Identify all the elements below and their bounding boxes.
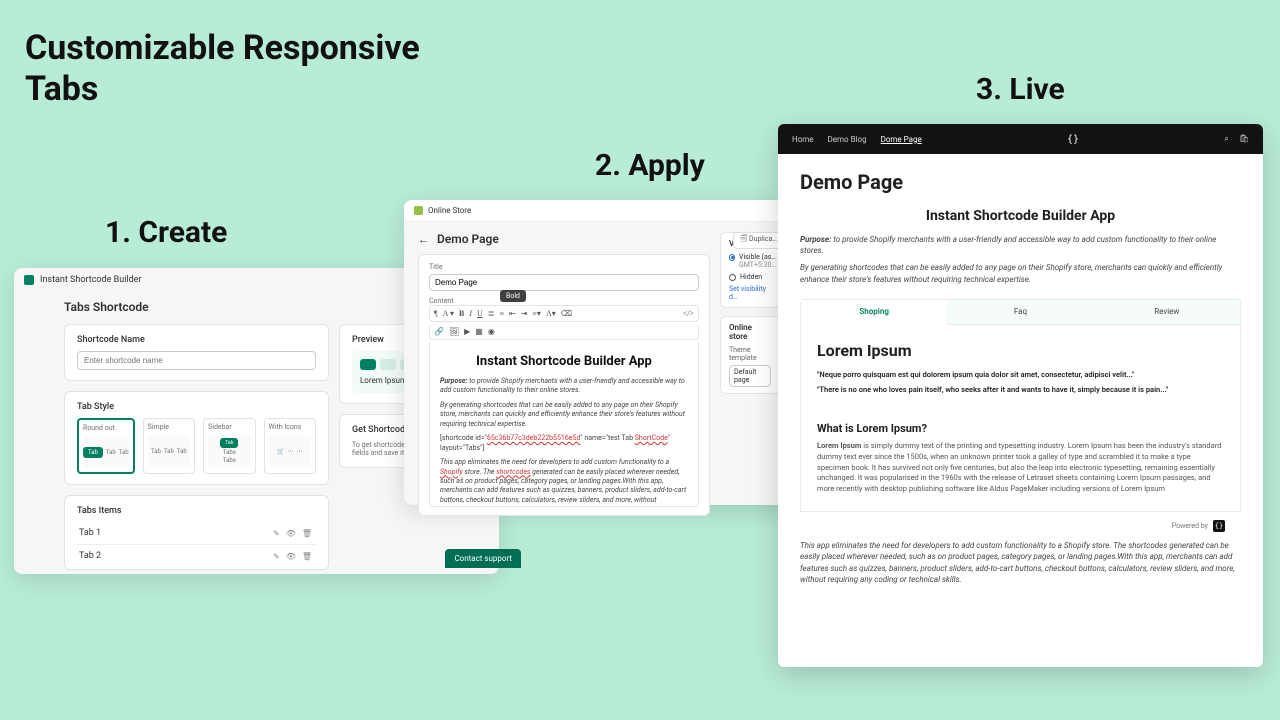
storefront-nav: Home Demo Blog Dome Page {} ⌕ 🛍 <box>778 124 1263 154</box>
nav-page[interactable]: Dome Page <box>881 135 922 144</box>
title-input[interactable] <box>429 274 699 291</box>
italic-icon[interactable]: I <box>469 309 472 318</box>
tabs-items-label: Tabs Items <box>77 506 316 516</box>
shortcode-name-card: Shortcode Name <box>64 324 329 381</box>
visibility-visible-radio[interactable]: Visible (as…GMT+5:30… <box>729 253 771 269</box>
nav-blog[interactable]: Demo Blog <box>828 135 867 144</box>
rte-toolbar[interactable]: ¶ A ▾ B I U ≣ ≡ ⇤ ⇥ ≡▾ A▾ ⌫ </> <box>429 305 699 322</box>
title-field-label: Title <box>429 263 699 271</box>
table-icon[interactable]: ▦ <box>475 327 483 336</box>
rte-heading: Instant Shortcode Builder App <box>440 354 688 369</box>
style-option-simple[interactable]: Simple Tab Tab Tab <box>143 418 195 474</box>
tab-item[interactable]: Tab 1 ✎ 👁 🗑 <box>77 522 316 545</box>
step-label-create: 1. Create <box>105 215 227 250</box>
hero-line1: Customizable Responsive <box>25 28 420 69</box>
outdent-icon[interactable]: ⇤ <box>509 309 516 318</box>
live-panel: Home Demo Blog Dome Page {} ⌕ 🛍 Demo Pag… <box>778 124 1263 667</box>
duplicate-button[interactable]: 🗐 Duplica… <box>733 232 784 249</box>
list-ul-icon[interactable]: ≣ <box>488 309 495 318</box>
tabs-items-card: Tabs Items Tab 1 ✎ 👁 🗑 Tab 2 ✎ 👁 🗑 <box>64 495 329 570</box>
cart-icon: 🛒 <box>277 448 284 455</box>
tag-icon[interactable]: ◉ <box>488 327 495 336</box>
tabs-widget: Shoping Faq Review Lorem Ipsum "Neque po… <box>800 299 1241 512</box>
rte-toolbar-2[interactable]: 🔗 🖼 ▶ ▦ ◉ <box>429 324 699 340</box>
page-title-row: ← Demo Page <box>418 232 710 246</box>
hero-title: Customizable Responsive Tabs <box>25 28 420 110</box>
tab-style-card: Tab Style Round out TabTabTab Simple Tab… <box>64 391 329 485</box>
back-arrow-icon[interactable]: ← <box>418 233 429 246</box>
content-field-label: Content <box>429 297 699 305</box>
page-name: Demo Page <box>437 232 499 246</box>
style-option-sidebar[interactable]: Sidebar TabTabsTabs <box>203 418 255 474</box>
rte-content[interactable]: Instant Shortcode Builder App Purpose: t… <box>429 342 699 507</box>
app-logo-icon <box>24 275 34 285</box>
color-icon[interactable]: A▾ <box>546 309 556 318</box>
hero-line2: Tabs <box>25 69 420 110</box>
visibility-hidden-radio[interactable]: Hidden <box>729 273 771 281</box>
search-icon[interactable]: ⌕ <box>1224 134 1228 144</box>
shortcode-name-label: Shortcode Name <box>77 335 316 345</box>
align-icon[interactable]: ≡▾ <box>532 309 541 318</box>
nav-home[interactable]: Home <box>792 135 814 144</box>
list-ol-icon[interactable]: ≡ <box>499 309 504 318</box>
item-actions[interactable]: ✎ 👁 🗑 <box>273 552 314 561</box>
style-option-icons[interactable]: With Icons 🛒⋯⋯ <box>264 418 316 474</box>
underline-icon[interactable]: U <box>477 309 483 318</box>
item-actions[interactable]: ✎ 👁 🗑 <box>273 529 314 538</box>
app-name: Instant Shortcode Builder <box>40 275 141 285</box>
cart-icon[interactable]: 🛍 <box>1239 134 1249 144</box>
video-icon[interactable]: ▶ <box>464 327 470 336</box>
page-h1: Demo Page <box>800 170 1241 194</box>
bold-icon[interactable]: B <box>459 309 464 318</box>
font-icon[interactable]: A ▾ <box>443 309 454 318</box>
template-select[interactable]: Default page <box>729 365 771 387</box>
shortcode-name-input[interactable] <box>77 351 316 370</box>
tab-shoping[interactable]: Shoping <box>801 300 947 325</box>
apply-panel: Online Store 🗐 Duplica… ← Demo Page Titl… <box>404 200 794 505</box>
brand-badge-icon: {} <box>1213 520 1225 532</box>
section-heading: What is Lorem Ipsum? <box>817 422 1224 435</box>
contact-support-button[interactable]: Contact support <box>445 549 521 568</box>
link-icon[interactable]: 🔗 <box>434 327 444 336</box>
tab-style-label: Tab Style <box>77 402 316 412</box>
quote-1: "Neque porro quisquam est qui dolorem ip… <box>817 370 1224 379</box>
shopify-logo-icon <box>414 206 423 215</box>
style-option-roundout[interactable]: Round out TabTabTab <box>77 418 135 474</box>
powered-by: Powered by {} <box>816 520 1225 532</box>
tab-faq[interactable]: Faq <box>947 300 1093 324</box>
step-label-live: 3. Live <box>976 72 1065 107</box>
code-icon[interactable]: </> <box>683 309 694 318</box>
quote-2: "There is no one who loves pain itself, … <box>817 385 1224 394</box>
online-store-card: Online store Theme template Default page <box>720 316 780 394</box>
page-h2: Instant Shortcode Builder App <box>800 208 1241 224</box>
tab-review[interactable]: Review <box>1094 300 1240 324</box>
brand-logo-icon: {} <box>1067 134 1079 145</box>
tab-item[interactable]: Tab 2 ✎ 👁 🗑 <box>77 545 316 567</box>
set-visibility-link[interactable]: Set visibility d… <box>729 285 771 301</box>
shortcode-id-link[interactable]: 65c36b77c3deb222b5516e5d <box>487 434 580 442</box>
paragraph-icon[interactable]: ¶ <box>434 309 438 318</box>
clear-icon[interactable]: ⌫ <box>561 309 572 318</box>
body-text: Lorem Ipsum is simply dummy text of the … <box>817 441 1224 495</box>
tab-heading: Lorem Ipsum <box>817 341 1224 360</box>
footer-paragraph: This app eliminates the need for develop… <box>800 540 1241 585</box>
page-title: Tabs Shortcode <box>64 300 149 314</box>
image-icon[interactable]: 🖼 <box>449 327 459 336</box>
bold-tooltip: Bold <box>500 290 526 302</box>
admin-breadcrumb: Online Store <box>404 200 794 222</box>
step-label-apply: 2. Apply <box>595 148 705 183</box>
indent-icon[interactable]: ⇥ <box>521 309 528 318</box>
